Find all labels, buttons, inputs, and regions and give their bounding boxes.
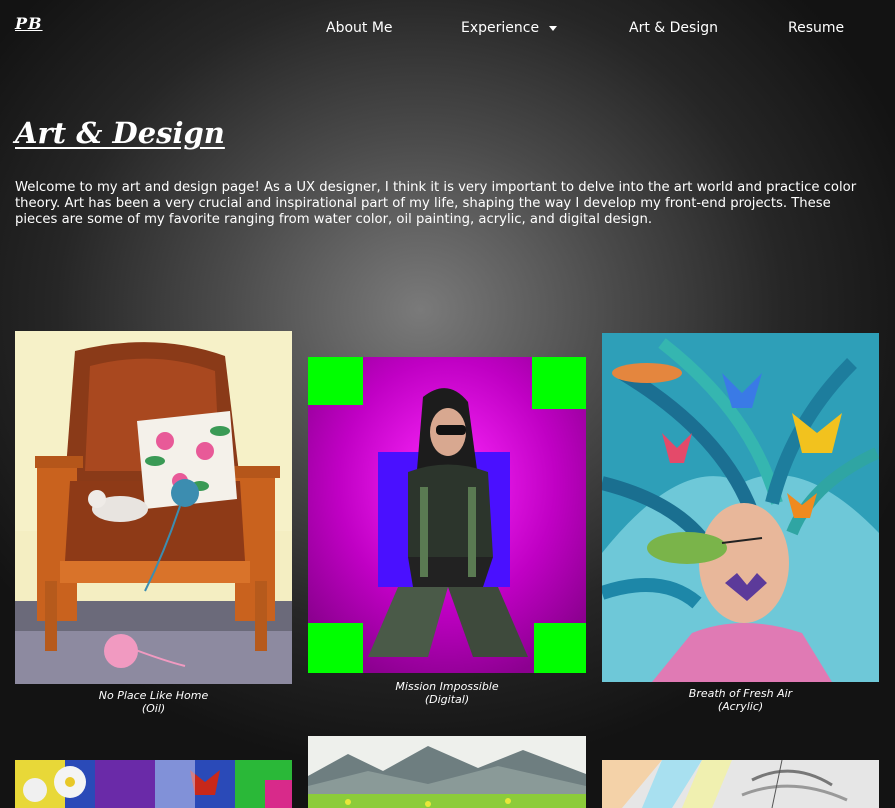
- nav-experience-label: Experience: [461, 20, 540, 36]
- page-title: Art & Design: [15, 116, 225, 150]
- nav-about-me[interactable]: About Me: [326, 20, 393, 36]
- caption-breath-of-fresh-air: Breath of Fresh Air (Acrylic): [602, 687, 879, 713]
- artwork-medium: (Acrylic): [717, 700, 764, 713]
- artwork-mountains-watercolor[interactable]: [308, 736, 586, 808]
- painting-mountains-watercolor-icon: [308, 736, 586, 808]
- artwork-sketch[interactable]: [602, 760, 879, 808]
- painting-woman-butterflies-icon: [602, 333, 879, 682]
- artwork-flowers-butterfly[interactable]: [15, 760, 292, 808]
- artwork-mission-impossible[interactable]: [308, 357, 586, 673]
- painting-sketch-icon: [602, 760, 879, 808]
- nav-art-design[interactable]: Art & Design: [629, 20, 718, 36]
- artwork-medium: (Oil): [141, 702, 166, 715]
- artwork-breath-of-fresh-air[interactable]: [602, 333, 879, 682]
- artwork-medium: (Digital): [424, 693, 470, 706]
- artwork-title: Breath of Fresh Air: [688, 687, 793, 700]
- artwork-title: No Place Like Home: [98, 689, 209, 702]
- caption-mission-impossible: Mission Impossible (Digital): [308, 680, 586, 706]
- painting-woman-digital-icon: [308, 357, 586, 673]
- nav-experience-dropdown[interactable]: Experience: [461, 20, 558, 36]
- caret-down-icon: [549, 25, 558, 31]
- artwork-title: Mission Impossible: [395, 680, 499, 693]
- nav-resume[interactable]: Resume: [788, 20, 844, 36]
- artwork-no-place-like-home[interactable]: [15, 331, 292, 684]
- intro-paragraph: Welcome to my art and design page! As a …: [15, 180, 857, 227]
- painting-flowers-butterfly-icon: [15, 760, 292, 808]
- caption-no-place-like-home: No Place Like Home (Oil): [15, 689, 292, 715]
- main-nav: About Me Experience Art & Design Resume: [0, 20, 895, 42]
- painting-chair-cat-icon: [15, 331, 292, 684]
